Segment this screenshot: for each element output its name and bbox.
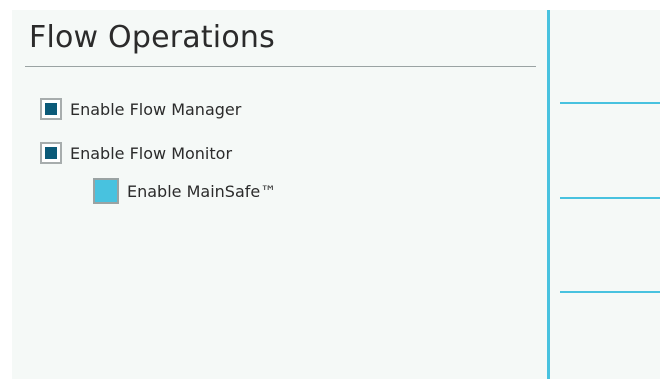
enable-mainsafe-checkbox[interactable] [93,178,119,204]
title-divider [25,66,536,67]
enable-flow-monitor-option[interactable]: Enable Flow Monitor [40,141,232,165]
flow-operations-screen: Flow Operations Enable Flow Manager Enab… [12,10,660,379]
enable-flow-monitor-checkbox[interactable] [40,142,62,164]
enable-mainsafe-option[interactable]: Enable MainSafe™ [93,178,277,204]
page-title: Flow Operations [29,20,275,55]
softkey-panel-divider [547,10,550,379]
checkbox-checked-indicator [45,147,57,159]
softkey-slot-1[interactable] [560,102,660,104]
enable-flow-manager-option[interactable]: Enable Flow Manager [40,97,241,121]
checkbox-checked-indicator [45,103,57,115]
enable-flow-manager-checkbox[interactable] [40,98,62,120]
softkey-slot-3[interactable] [560,291,660,293]
enable-mainsafe-label: Enable MainSafe™ [127,181,277,201]
softkey-slot-2[interactable] [560,197,660,199]
enable-flow-manager-label: Enable Flow Manager [70,99,242,119]
enable-flow-monitor-label: Enable Flow Monitor [70,143,233,163]
